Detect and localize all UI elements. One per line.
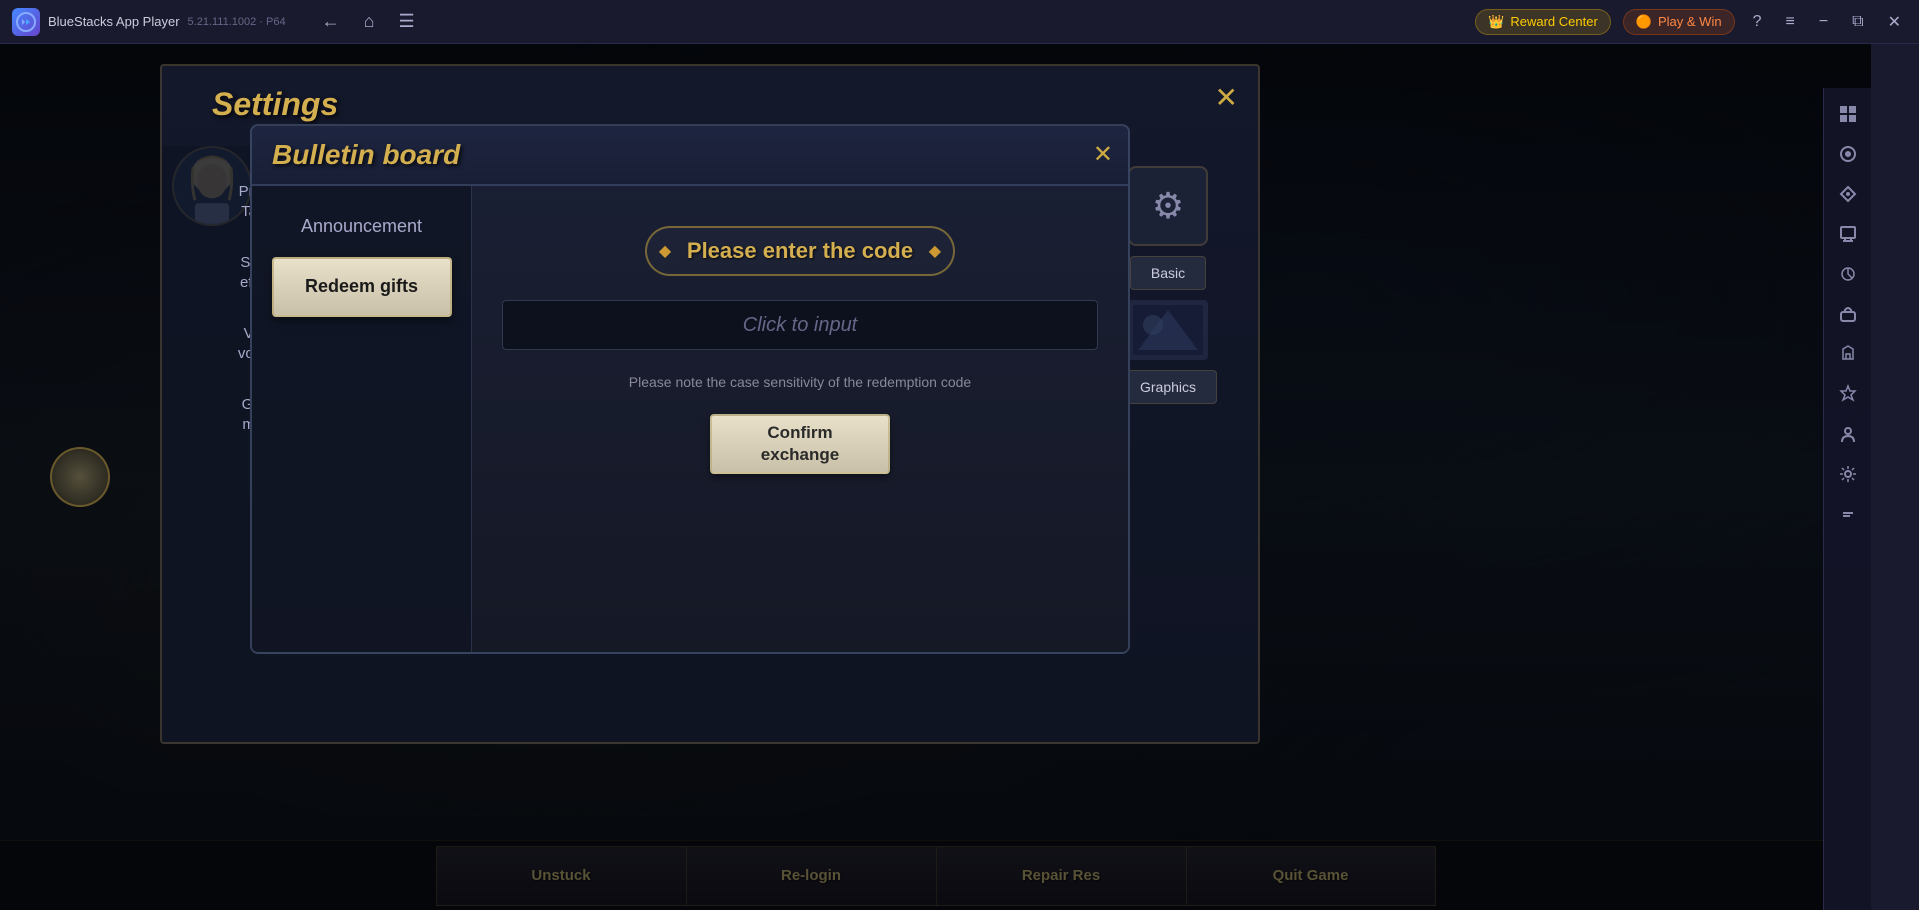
sidebar-icon-0[interactable] [1830, 96, 1866, 132]
reward-icon: 👑 [1488, 14, 1504, 30]
nav-buttons: ← ⌂ ☰ [318, 7, 419, 36]
settings-gear-icon[interactable]: ⚙ [1128, 166, 1208, 246]
sidebar-icon-4[interactable] [1830, 256, 1866, 292]
bulletin-header: Bulletin board ✕ [252, 126, 1128, 186]
bulletin-redeem-content: Please enter the code Click to input Ple… [472, 186, 1128, 652]
back-button[interactable]: ← [318, 7, 344, 36]
reward-label: Reward Center [1510, 14, 1597, 29]
restore-button[interactable]: ⧉ [1846, 9, 1869, 35]
announcement-label: Announcement [281, 216, 442, 237]
minimize-button[interactable]: − [1813, 9, 1834, 35]
titlebar-right: 👑 Reward Center 🟠 Play & Win ? ≡ − ⧉ ✕ [1475, 8, 1919, 36]
bookmark-button[interactable]: ☰ [394, 7, 418, 36]
code-title-container: Please enter the code [645, 226, 955, 276]
confirm-exchange-label: Confirmexchange [761, 422, 839, 466]
sidebar-icon-2[interactable] [1830, 176, 1866, 212]
close-button[interactable]: ✕ [1882, 8, 1907, 36]
sidebar-icon-5[interactable] [1830, 296, 1866, 332]
reward-center-button[interactable]: 👑 Reward Center [1475, 9, 1611, 35]
sidebar-icon-settings[interactable] [1830, 456, 1866, 492]
code-input-placeholder: Click to input [743, 314, 858, 337]
bulletin-close-button[interactable]: ✕ [1093, 143, 1113, 167]
home-button[interactable]: ⌂ [360, 7, 379, 36]
sidebar-icon-1[interactable] [1830, 136, 1866, 172]
right-sidebar [1823, 88, 1871, 910]
code-title-background: Please enter the code [645, 226, 955, 276]
bulletin-sidebar: Announcement Redeem gifts [252, 186, 472, 652]
help-button[interactable]: ? [1747, 9, 1768, 35]
app-info: BlueStacks App Player 5.21.111.1002 · P6… [0, 8, 298, 36]
redeem-gifts-button[interactable]: Redeem gifts [272, 257, 452, 317]
app-logo [12, 8, 40, 36]
settings-graphics-button[interactable]: Graphics [1119, 370, 1217, 404]
code-hint-text: Please note the case sensitivity of the … [629, 374, 971, 390]
menu-button[interactable]: ≡ [1779, 9, 1800, 35]
graphics-image [1128, 300, 1208, 360]
confirm-exchange-button[interactable]: Confirmexchange [710, 414, 890, 474]
left-decoration [50, 447, 110, 507]
sidebar-icon-8[interactable] [1830, 416, 1866, 452]
settings-basic-button[interactable]: Basic [1130, 256, 1206, 290]
app-name: BlueStacks App Player [48, 14, 180, 29]
code-title-text: Please enter the code [687, 238, 913, 263]
settings-title: Settings [212, 86, 338, 123]
code-input-field[interactable]: Click to input [502, 300, 1098, 350]
bulletin-modal: Bulletin board ✕ Announcement Redeem gif… [250, 124, 1130, 654]
main-content: Settings ✕ 83 [0, 44, 1871, 910]
play-win-icon: 🟠 [1636, 14, 1652, 30]
sidebar-icon-7[interactable] [1830, 376, 1866, 412]
redeem-gifts-label: Redeem gifts [305, 276, 418, 298]
bulletin-body: Announcement Redeem gifts Please enter t… [252, 186, 1128, 652]
play-win-button[interactable]: 🟠 Play & Win [1623, 9, 1735, 35]
sidebar-icon-more[interactable] [1830, 496, 1866, 532]
sidebar-icon-3[interactable] [1830, 216, 1866, 252]
titlebar: BlueStacks App Player 5.21.111.1002 · P6… [0, 0, 1919, 44]
app-version: 5.21.111.1002 · P64 [188, 16, 286, 28]
play-win-label: Play & Win [1658, 14, 1722, 29]
settings-close-button[interactable]: ✕ [1215, 81, 1238, 114]
sidebar-icon-6[interactable] [1830, 336, 1866, 372]
bulletin-title: Bulletin board [272, 139, 460, 171]
